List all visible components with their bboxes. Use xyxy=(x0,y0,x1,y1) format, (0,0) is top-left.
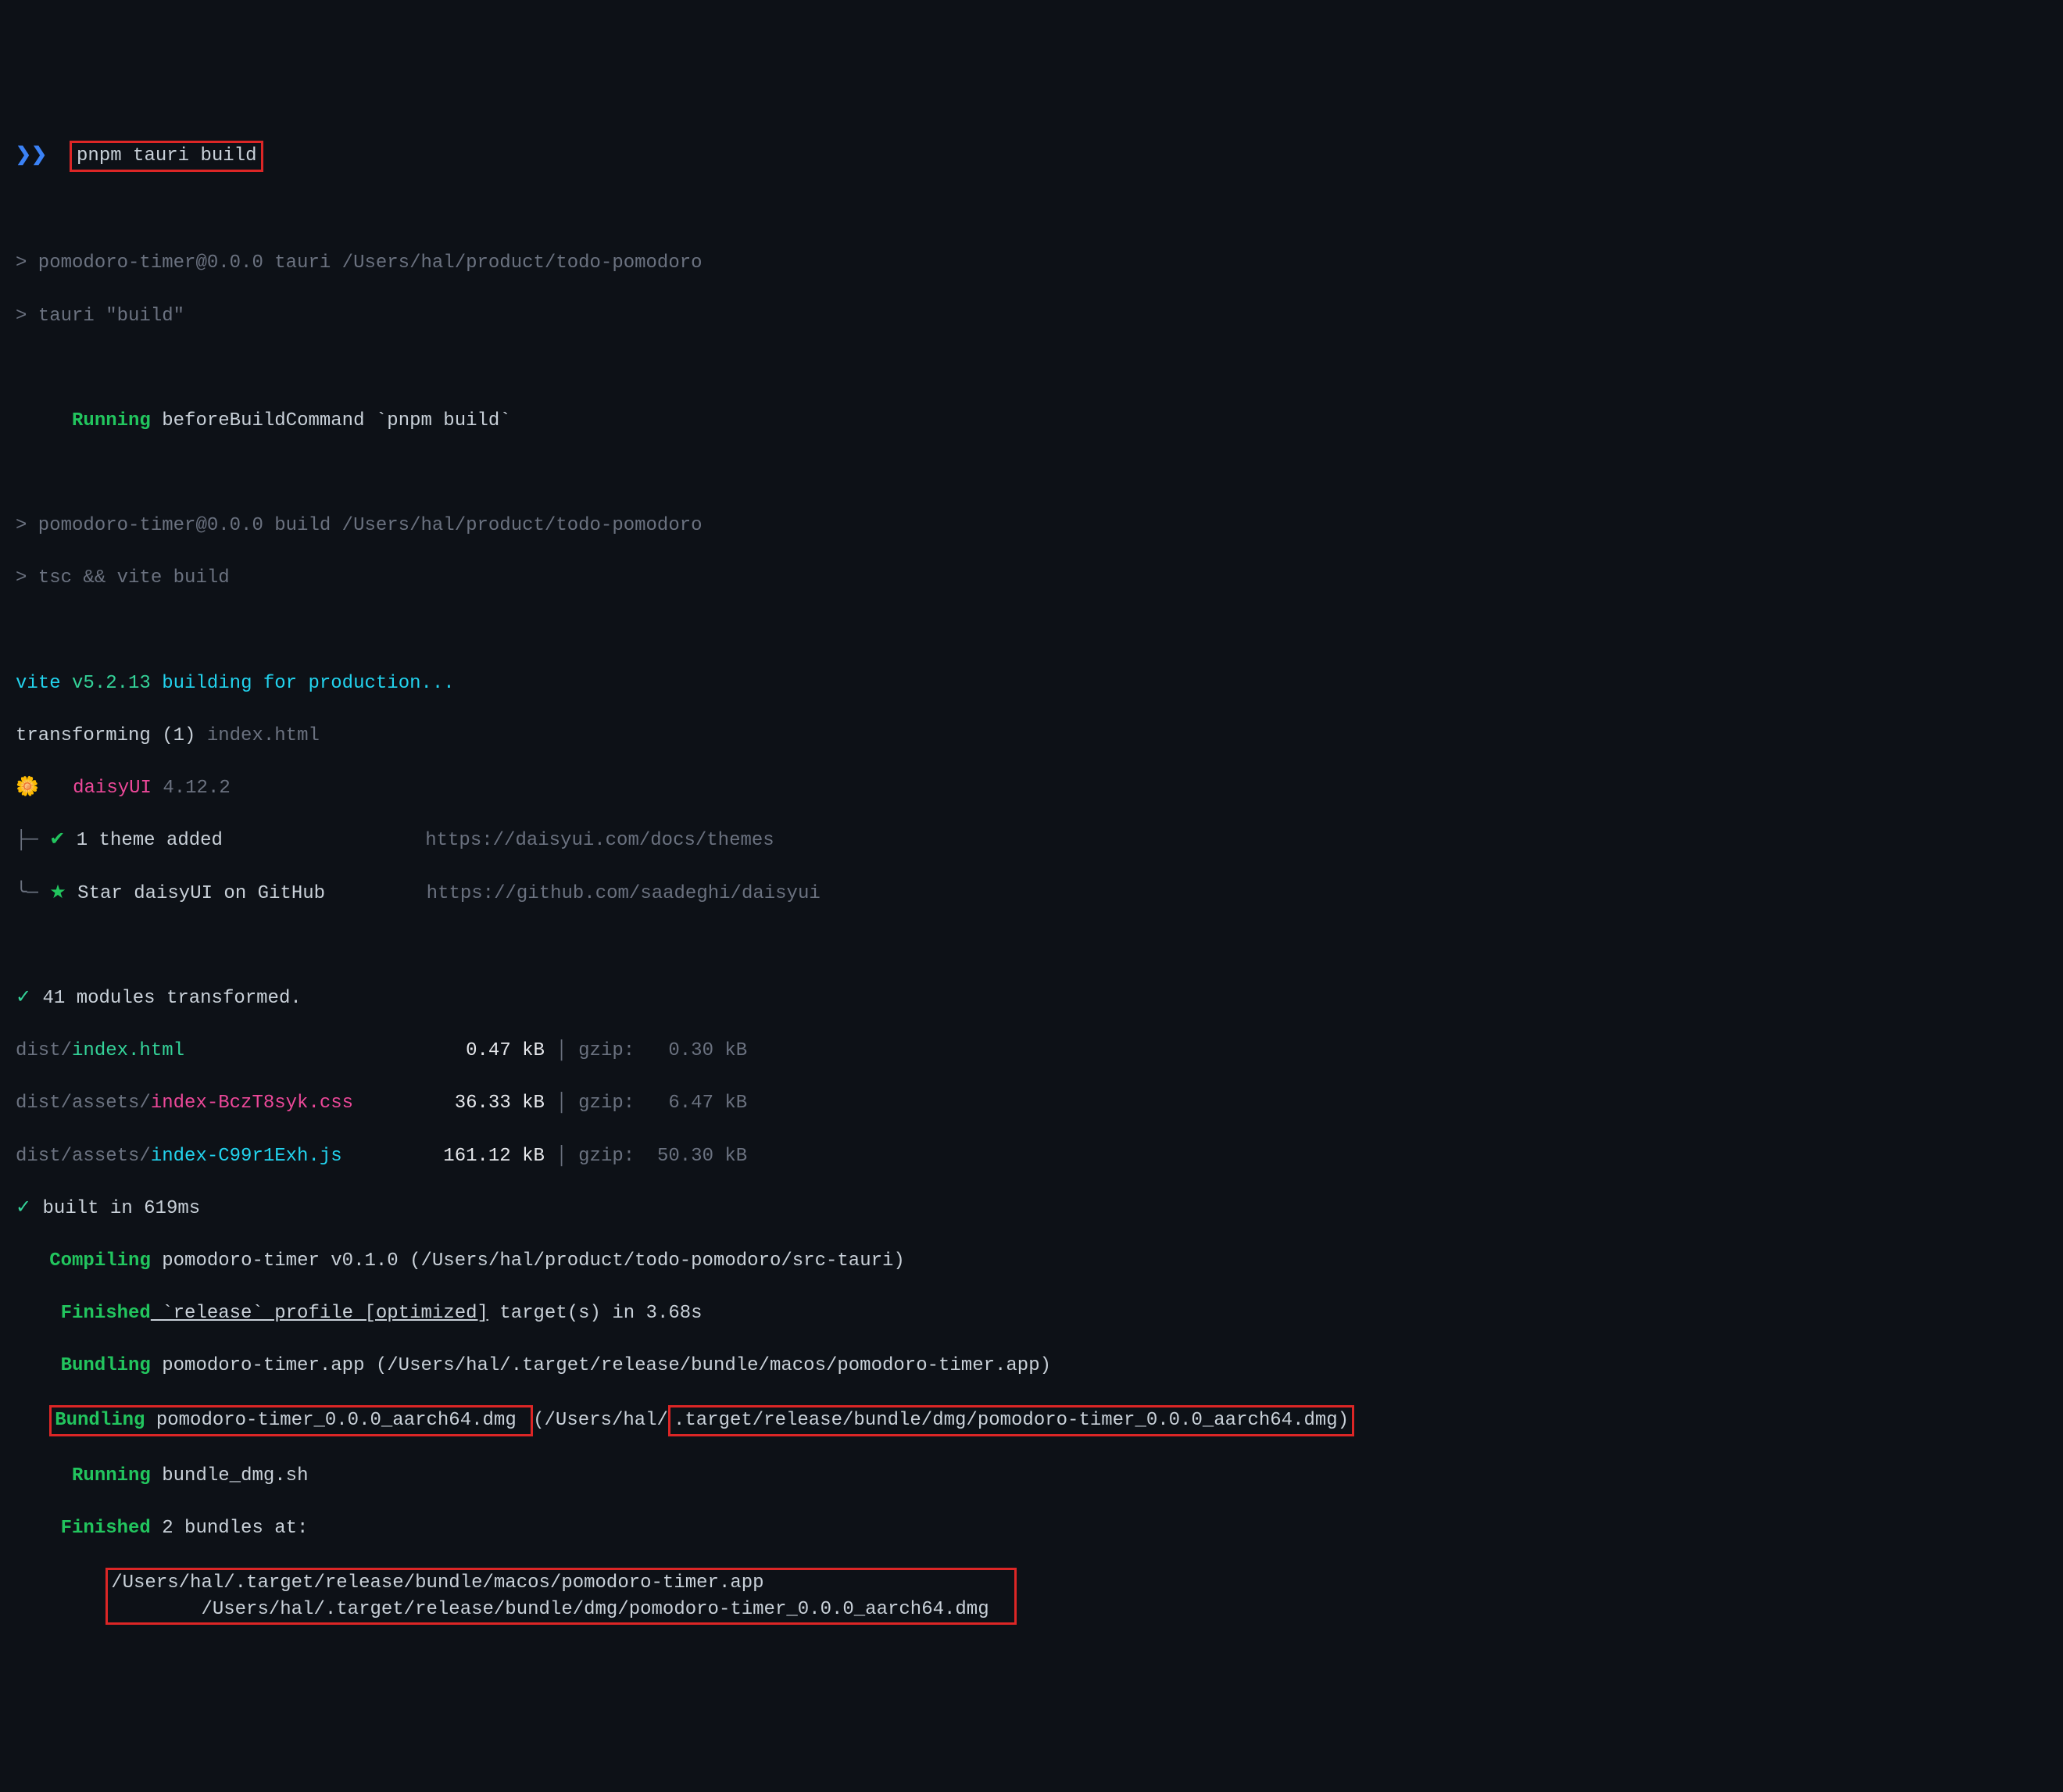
daisy-star-line: ╰─ ★ Star daisyUI on GitHub https://gith… xyxy=(16,881,2047,907)
built-line: ✓ built in 619ms xyxy=(16,1196,2047,1222)
command-highlight: pnpm tauri build xyxy=(70,141,263,172)
bundling-line-2: Bundling pomodoro-timer_0.0.0_aarch64.dm… xyxy=(16,1405,2047,1436)
daisy-header: 🌼 daisyUI 4.12.2 xyxy=(16,775,2047,802)
daisy-theme-line: ├─ ✔ 1 theme added https://daisyui.com/d… xyxy=(16,828,2047,854)
file-row-1: dist/assets/index-BczT8syk.css 36.33 kB … xyxy=(16,1090,2047,1117)
flower-icon: 🌼 xyxy=(16,778,39,799)
build-header-1: > pomodoro-timer@0.0.0 build /Users/hal/… xyxy=(16,513,2047,539)
file-row-2: dist/assets/index-C99r1Exh.js 161.12 kB … xyxy=(16,1143,2047,1170)
build-header-2: > tsc && vite build xyxy=(16,565,2047,592)
transforming-line: transforming (1) index.html xyxy=(16,723,2047,749)
running-line-2: Running bundle_dmg.sh xyxy=(16,1463,2047,1490)
terminal-output: ❯❯ pnpm tauri build > pomodoro-timer@0.0… xyxy=(16,114,2047,1651)
modules-line: ✓ 41 modules transformed. xyxy=(16,985,2047,1012)
running-line: Running beforeBuildCommand `pnpm build` xyxy=(16,408,2047,435)
vite-line: vite v5.2.13 building for production... xyxy=(16,671,2047,697)
command-line[interactable]: ❯❯ pnpm tauri build xyxy=(16,141,2047,172)
finished-line-2: Finished 2 bundles at: xyxy=(16,1515,2047,1542)
prompt-arrows: ❯❯ xyxy=(16,145,47,166)
bundling-line-1: Bundling pomodoro-timer.app (/Users/hal/… xyxy=(16,1353,2047,1379)
finished-line-1: Finished `release` profile [optimized] t… xyxy=(16,1300,2047,1327)
check-icon: ✔ xyxy=(49,830,65,851)
star-icon: ★ xyxy=(49,883,66,904)
bundle-paths-box: /Users/hal/.target/release/bundle/macos/… xyxy=(16,1568,2047,1625)
compiling-line: Compiling pomodoro-timer v0.1.0 (/Users/… xyxy=(16,1248,2047,1275)
script-header-1: > pomodoro-timer@0.0.0 tauri /Users/hal/… xyxy=(16,250,2047,277)
script-header-2: > tauri "build" xyxy=(16,303,2047,330)
file-row-0: dist/index.html 0.47 kB │ gzip: 0.30 kB xyxy=(16,1038,2047,1064)
